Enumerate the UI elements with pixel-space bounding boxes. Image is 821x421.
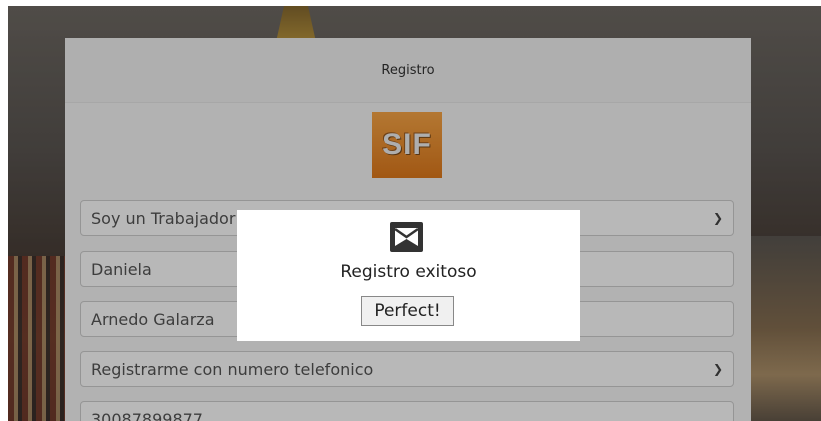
dialog-message: Registro exitoso: [340, 262, 477, 282]
envelope-icon: [390, 222, 423, 252]
success-dialog: Registro exitoso Perfect!: [237, 210, 580, 341]
perfect-button[interactable]: Perfect!: [361, 296, 454, 326]
